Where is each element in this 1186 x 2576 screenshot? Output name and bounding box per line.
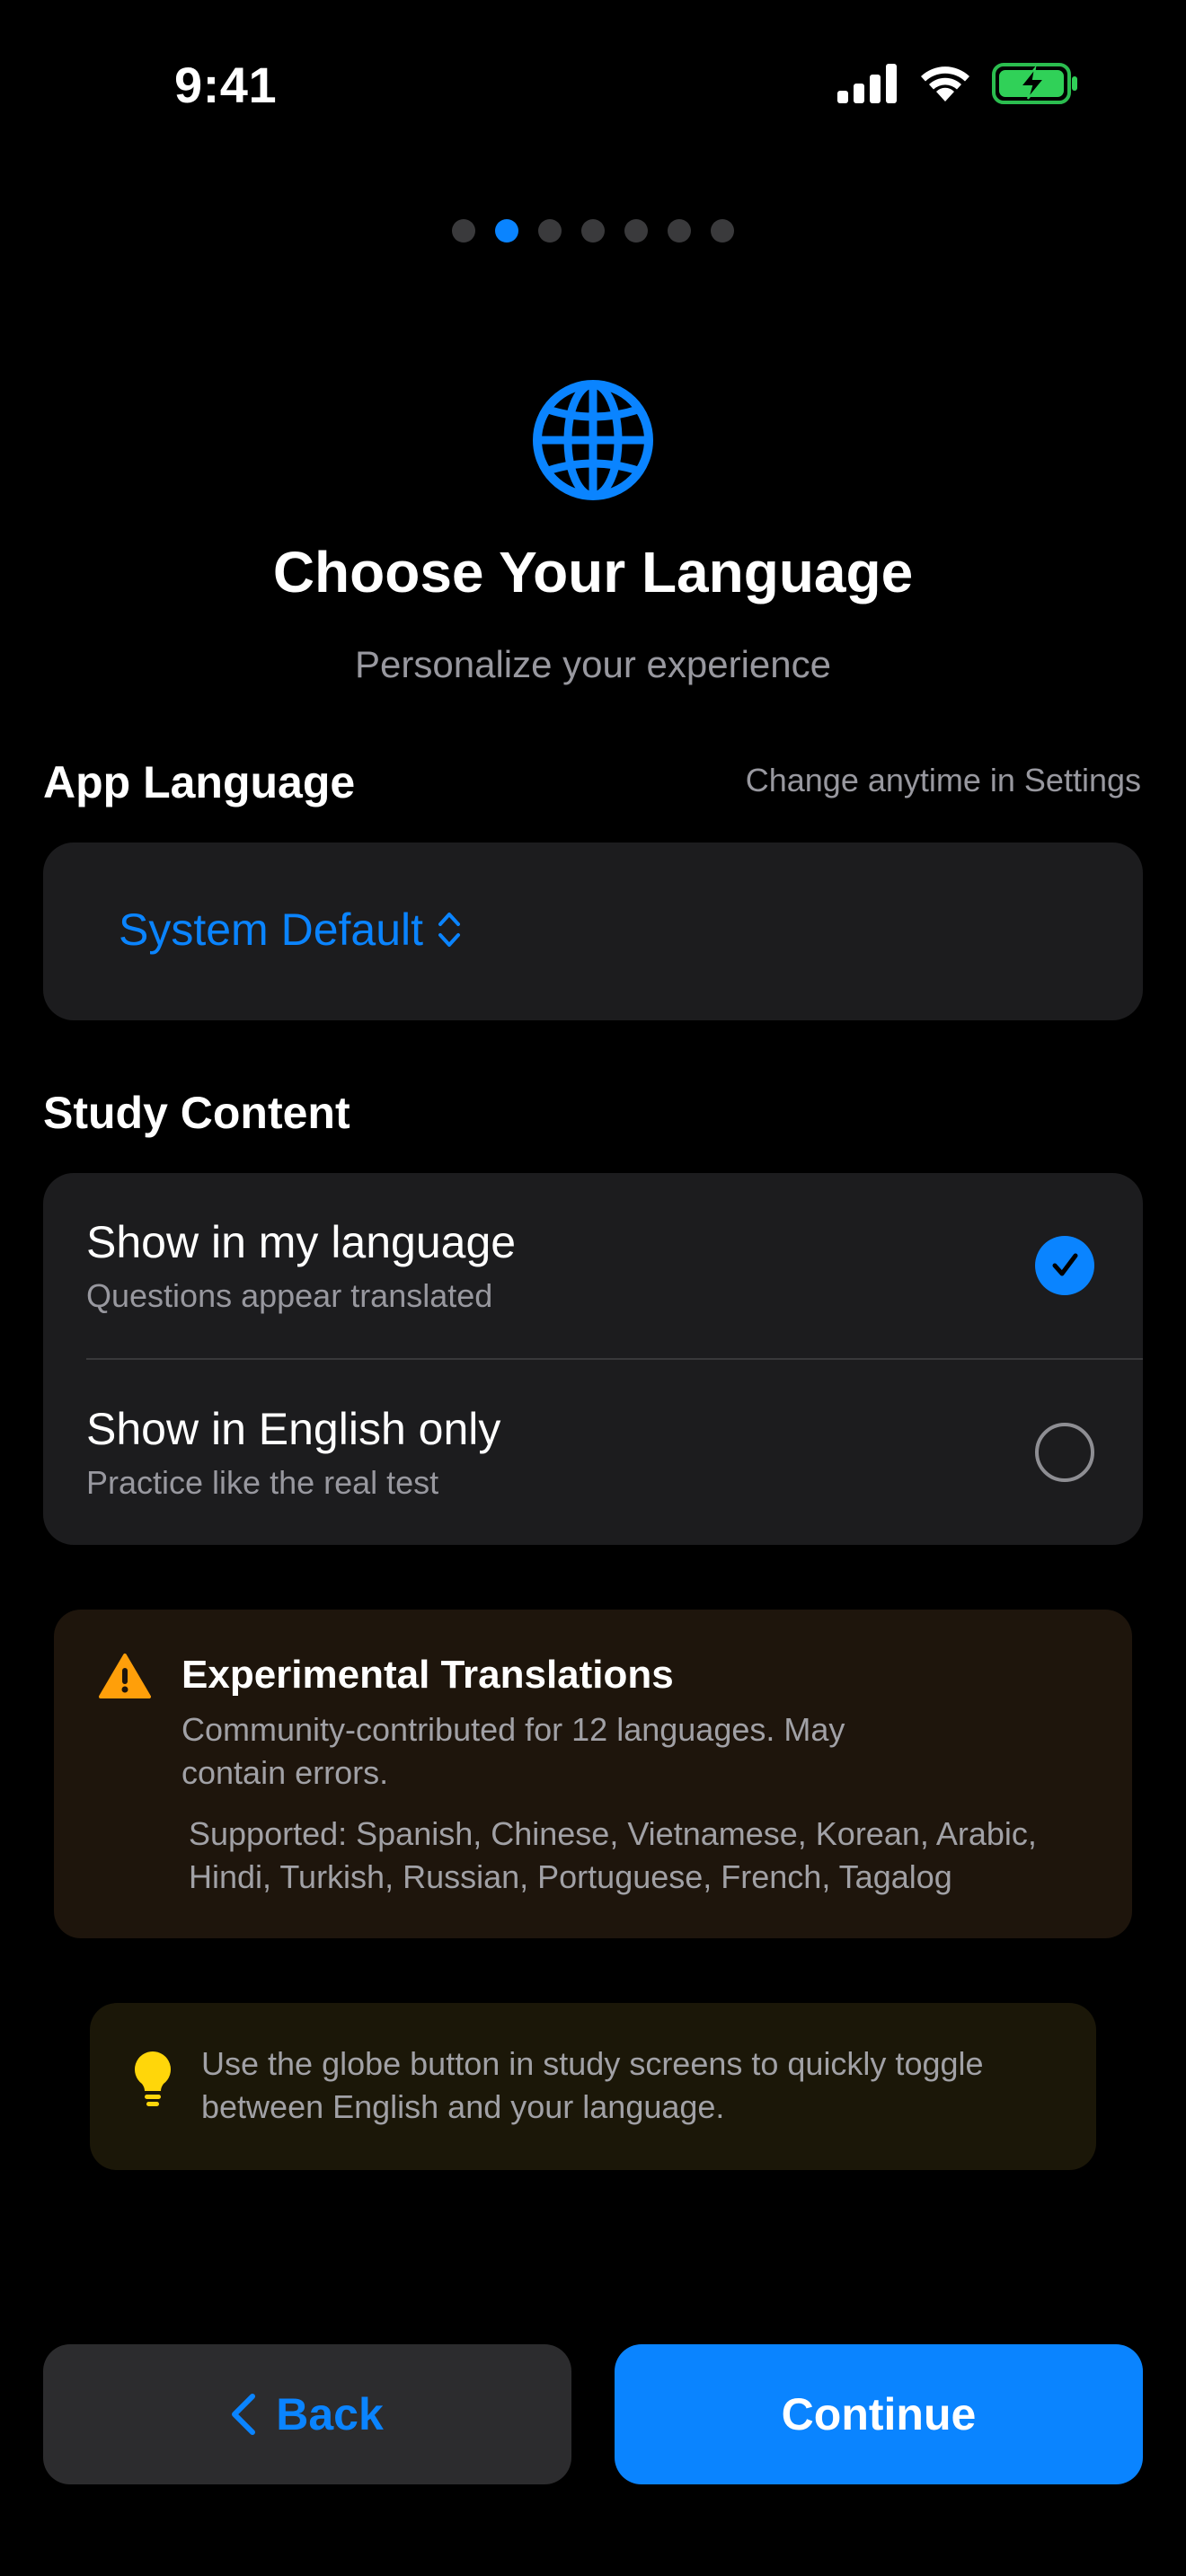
supported-languages: Supported: Spanish, Chinese, Vietnamese,… [189,1815,1037,1895]
app-language-note: Change anytime in Settings [745,762,1141,798]
option-my-language[interactable]: Show in my language Questions appear tra… [43,1173,1143,1358]
back-button[interactable]: Back [43,2344,571,2484]
picker-value: System Default [119,904,424,955]
app-language-heading: App Language [43,757,356,807]
battery-charging-icon [992,63,1077,104]
notice-title: Experimental Translations [181,1653,674,1697]
option-description: Practice like the real test [86,1464,439,1501]
back-button-label: Back [276,2389,384,2439]
option-english-only[interactable]: Show in English only Practice like the r… [43,1360,1143,1545]
page-dot-active[interactable] [495,219,518,243]
onboarding-pager [0,219,1186,243]
continue-button[interactable]: Continue [615,2344,1143,2484]
tip-text: Use the globe button in study screens to… [201,2045,984,2125]
warning-triangle-icon [99,1654,151,1698]
page-dot[interactable] [624,219,648,243]
option-description: Questions appear translated [86,1277,493,1314]
onboarding-language-screen: 9:41 Choose Your Language Personalize yo… [0,0,1186,2576]
study-content-card: Show in my language Questions appear tra… [43,1173,1143,1545]
chevron-up-down-icon [438,913,461,947]
page-dot[interactable] [711,219,734,243]
option-label: Show in English only [86,1404,501,1454]
option-label: Show in my language [86,1217,517,1267]
empty-circle-icon[interactable] [1035,1423,1094,1482]
page-dot[interactable] [538,219,562,243]
study-content-heading: Study Content [43,1088,350,1138]
experimental-translations-notice: Experimental Translations Community-cont… [54,1610,1132,1938]
page-subtitle: Personalize your experience [355,643,831,685]
chevron-left-icon [232,2394,256,2435]
cellular-signal-icon [837,64,897,103]
notice-body: Community-contributed for 12 languages. … [181,1711,845,1791]
checkmark-icon[interactable] [1035,1236,1094,1295]
status-icons [837,63,1078,104]
page-title: Choose Your Language [272,540,914,604]
continue-button-label: Continue [781,2389,977,2439]
page-dot[interactable] [581,219,605,243]
status-time: 9:41 [174,57,278,113]
page-dot[interactable] [452,219,475,243]
globe-icon [533,380,653,500]
page-dot[interactable] [668,219,691,243]
lightbulb-icon [135,2051,171,2106]
app-language-picker[interactable]: System Default [119,904,463,956]
globe-toggle-tip: Use the globe button in study screens to… [90,2003,1096,2170]
wifi-icon [921,66,969,101]
app-language-card: System Default [43,842,1143,1020]
